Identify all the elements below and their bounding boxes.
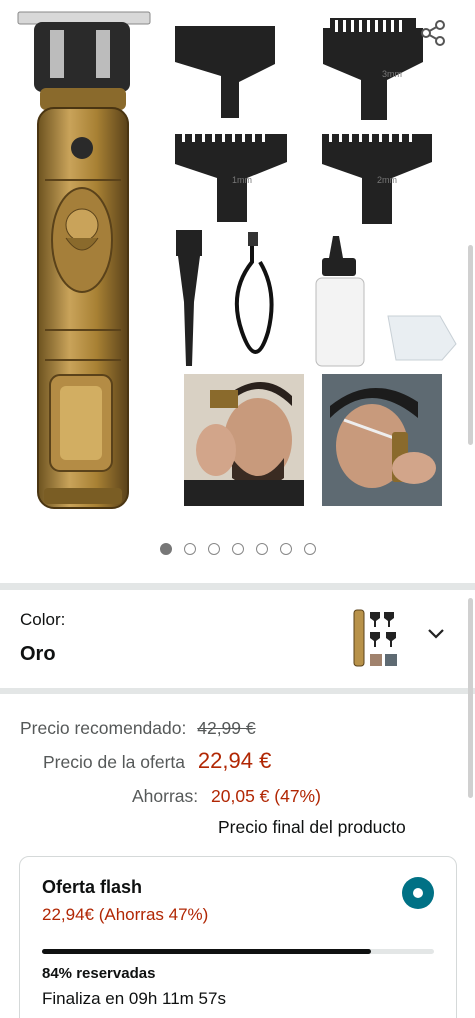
claimed-percentage: 84% reservadas: [42, 965, 156, 982]
share-icon[interactable]: [418, 18, 448, 48]
savings-label: Ahorras:: [132, 786, 199, 806]
claimed-progress-fill: [42, 949, 372, 954]
section-divider: [0, 583, 475, 590]
claimed-progress-bar: [42, 949, 434, 954]
scrollbar-thumb[interactable]: [468, 598, 473, 798]
carousel-dot[interactable]: [159, 543, 172, 555]
carousel-dot[interactable]: [231, 543, 244, 555]
comb-guards: [175, 18, 432, 224]
final-price-note: Precio final del producto: [218, 817, 406, 837]
savings-row: Ahorras: 20,05 € (47%): [132, 786, 321, 807]
comb-label-2mm: 2mm: [377, 175, 397, 185]
color-value: Oro: [20, 643, 56, 665]
color-selector[interactable]: Color: Oro: [0, 596, 475, 688]
carousel-dot[interactable]: [279, 543, 292, 555]
flash-deal-price: 22,94€ (Ahorras 47%): [42, 905, 209, 924]
comb-label-1mm: 1mm: [232, 175, 252, 185]
deal-price-label: Precio de la oferta: [43, 752, 186, 772]
deal-countdown: Finaliza en 09h 11m 57s: [42, 989, 226, 1008]
color-label: Color:: [20, 610, 66, 629]
list-price-label: Precio recomendado:: [20, 718, 187, 738]
product-image: 3mm 1mm 2mm: [17, 11, 457, 509]
list-price-value: 42,99 €: [197, 718, 256, 738]
deal-price-value: 22,94 €: [197, 748, 272, 773]
section-divider: [0, 688, 475, 694]
chevron-down-icon[interactable]: [424, 624, 448, 644]
radio-selected-icon[interactable]: [402, 877, 434, 909]
flash-deal-title: Oferta flash: [42, 877, 143, 897]
scrollbar-thumb[interactable]: [468, 245, 473, 445]
list-price-row: Precio recomendado: 42,99 €: [20, 718, 256, 739]
oil-bottle: [315, 236, 365, 367]
trimmer-illustration: [17, 11, 151, 509]
color-swatch-thumbnail[interactable]: [348, 608, 406, 670]
usage-photo-1: [184, 374, 304, 506]
usb-cable: [234, 236, 274, 354]
carousel-dot[interactable]: [207, 543, 220, 555]
blade-cap: [387, 315, 457, 361]
product-image-gallery[interactable]: 3mm 1mm 2mm: [0, 0, 475, 580]
usage-photo-2: [322, 374, 442, 506]
savings-value: 20,05 € (47%): [211, 786, 321, 806]
cleaning-brush: [176, 230, 202, 366]
carousel-dot[interactable]: [183, 543, 196, 555]
carousel-dot[interactable]: [303, 543, 316, 555]
carousel-dot[interactable]: [255, 543, 268, 555]
comb-label-3mm: 3mm: [382, 69, 402, 79]
flash-deal-card[interactable]: Oferta flash 22,94€ (Ahorras 47%) 84% re…: [19, 856, 457, 1018]
deal-price-row: Precio de la oferta 22,94 €: [43, 748, 271, 774]
carousel-dots[interactable]: [0, 543, 475, 559]
